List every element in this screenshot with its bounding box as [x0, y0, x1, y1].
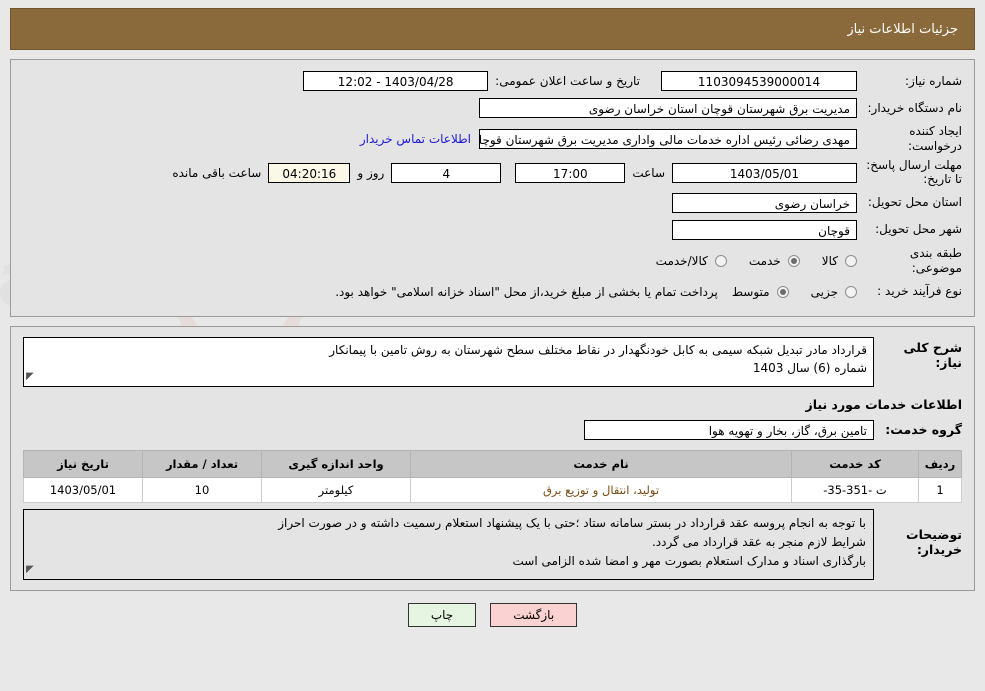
row-deadline: مهلت ارسال پاسخ: تا تاریخ: 1403/05/01 سا… [23, 158, 962, 187]
row-need-number: شماره نیاز: 1103094539000014 تاریخ و ساع… [23, 70, 962, 92]
creator-label: ایجاد کننده درخواست: [908, 124, 962, 153]
buyer-notes-line-1: با توجه به انجام پروسه عقد قرارداد در بس… [278, 515, 866, 530]
services-table: ردیف کد خدمت نام خدمت واحد اندازه گیری ت… [23, 449, 962, 503]
service-group-value: تامین برق، گاز، بخار و تهویه هوا [584, 419, 874, 440]
description-row: شرح کلی نیاز: قرارداد مادر تبدیل شبکه سی… [23, 336, 962, 387]
th-service-name: نام خدمت [410, 449, 792, 478]
cell-service-code: ت -351-35- [791, 476, 919, 503]
buyer-notes-line-2: شرایط لازم منجر به عقد قرارداد می گردد. [651, 534, 866, 549]
radio-process-jozi-label: جزیی [810, 284, 838, 299]
city-label: شهر محل تحویل: [875, 222, 962, 237]
payment-note: پرداخت تمام یا بخشی از مبلغ خرید،از محل … [335, 284, 718, 299]
radio-process-jozi[interactable] [845, 285, 857, 298]
deadline-date-value: 1403/05/01 [672, 162, 857, 183]
row-buyer-org: نام دستگاه خریدار: مدیریت برق شهرستان قو… [23, 97, 962, 119]
buyer-notes-row: توضیحات خریدار: با توجه به انجام پروسه ع… [23, 508, 962, 581]
page-header: جزئیات اطلاعات نیاز [10, 8, 975, 50]
buyer-notes-label: توضیحات خریدار: [906, 526, 962, 557]
creator-value: مهدی رضائی رئیس اداره خدمات مالی واداری … [479, 129, 857, 149]
announce-datetime-value: 1403/04/28 - 12:02 [303, 71, 489, 91]
th-quantity: تعداد / مقدار [142, 449, 262, 478]
radio-category-kala-label: کالا [821, 253, 838, 268]
radio-category-kala-khedmat-label: کالا/خدمت [655, 253, 708, 268]
service-group-row: گروه خدمت: تامین برق، گاز، بخار و تهویه … [23, 419, 962, 440]
days-remaining-value: 4 [391, 162, 502, 183]
announce-datetime-label: تاریخ و ساعت اعلان عمومی: [495, 74, 640, 88]
row-province: استان محل تحویل: خراسان رضوی [23, 192, 962, 214]
need-details-panel: شرح کلی نیاز: قرارداد مادر تبدیل شبکه سی… [10, 325, 975, 592]
deadline-time-value: 17:00 [515, 162, 626, 183]
th-service-code: کد خدمت [791, 449, 919, 478]
cell-service-name: تولید، انتقال و توزیع برق [410, 476, 792, 503]
buyer-org-label: نام دستگاه خریدار: [867, 100, 963, 115]
process-label: نوع فرآیند خرید : [877, 284, 962, 299]
th-need-date: تاریخ نیاز [23, 449, 143, 478]
need-number-value: 1103094539000014 [661, 71, 857, 91]
cell-radif: 1 [918, 476, 962, 503]
back-button[interactable]: بازگشت [490, 603, 578, 628]
cell-unit: کیلومتر [261, 476, 411, 503]
description-line-1: قرارداد مادر تبدیل شبکه سیمی به کابل خود… [329, 342, 867, 357]
cell-need-date: 1403/05/01 [23, 476, 143, 503]
radio-category-kala[interactable] [845, 254, 857, 267]
service-group-label: گروه خدمت: [885, 422, 962, 438]
province-value: خراسان رضوی [672, 192, 857, 213]
radio-category-khedmat[interactable] [787, 254, 800, 267]
th-radif: ردیف [918, 449, 962, 478]
radio-category-kala-khedmat[interactable] [714, 254, 727, 267]
city-value: قوچان [672, 219, 857, 240]
hour-label: ساعت [632, 165, 665, 180]
row-creator: ایجاد کننده درخواست: مهدی رضائی رئیس ادا… [23, 124, 962, 154]
deadline-label: مهلت ارسال پاسخ: تا تاریخ: [866, 158, 962, 186]
print-button[interactable]: چاپ [407, 603, 477, 628]
th-unit: واحد اندازه گیری [261, 449, 411, 478]
header-region: جزئیات اطلاعات نیاز [0, 0, 985, 50]
days-label: روز و [357, 165, 385, 180]
need-number-label: شماره نیاز: [905, 73, 962, 88]
category-radio-group: کالا خدمت کالا/خدمت [656, 254, 857, 268]
clock-remaining-value: 04:20:16 [268, 162, 351, 183]
row-category: طبقه بندی موضوعی: کالا خدمت کالا/خدمت [23, 246, 962, 276]
page-title: جزئیات اطلاعات نیاز [847, 21, 958, 37]
category-label: طبقه بندی موضوعی: [909, 245, 962, 275]
footer-actions: بازگشت چاپ [0, 603, 985, 628]
resize-handle-icon[interactable]: ◥ [26, 562, 34, 578]
table-row: 1 ت -351-35- تولید، انتقال و توزیع برق ک… [23, 476, 962, 503]
buyer-contact-link[interactable]: اطلاعات تماس خریدار [360, 132, 479, 146]
row-process-type: نوع فرآیند خرید : جزیی متوسط پرداخت تمام… [23, 281, 962, 303]
hours-remaining-label: ساعت باقی مانده [172, 165, 262, 180]
buyer-notes-line-3: بارگذاری اسناد و مدارک استعلام بصورت مهر… [512, 554, 867, 569]
page-root: جزئیات اطلاعات نیاز شماره نیاز: 11030945… [0, 0, 985, 628]
buyer-notes-textarea[interactable]: با توجه به انجام پروسه عقد قرارداد در بس… [23, 508, 874, 581]
radio-process-motevaset[interactable] [776, 285, 789, 298]
description-line-2: شماره (6) سال 1403 [752, 361, 867, 376]
buyer-org-value: مدیریت برق شهرستان قوچان استان خراسان رض… [479, 98, 857, 118]
description-textarea[interactable]: قرارداد مادر تبدیل شبکه سیمی به کابل خود… [23, 336, 874, 387]
radio-process-motevaset-label: متوسط [731, 284, 770, 299]
table-header-row: ردیف کد خدمت نام خدمت واحد اندازه گیری ت… [23, 449, 962, 478]
process-radio-group: جزیی متوسط [732, 285, 857, 299]
cell-quantity: 10 [142, 476, 262, 503]
row-city: شهر محل تحویل: قوچان [23, 219, 962, 241]
resize-handle-icon[interactable]: ◥ [26, 369, 34, 385]
province-label: استان محل تحویل: [867, 195, 962, 210]
radio-category-khedmat-label: خدمت [748, 253, 781, 268]
description-label: شرح کلی نیاز: [903, 339, 962, 370]
services-section-title: اطلاعات خدمات مورد نیاز [805, 396, 963, 412]
need-info-panel: شماره نیاز: 1103094539000014 تاریخ و ساع… [10, 59, 975, 317]
